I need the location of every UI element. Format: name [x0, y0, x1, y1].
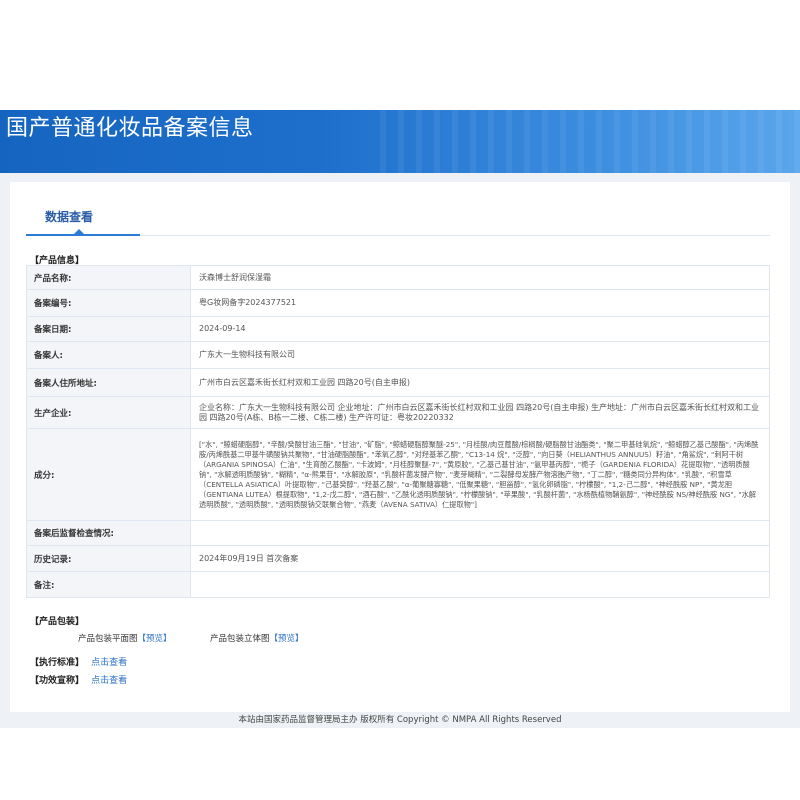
table-row: 备注: [26, 571, 770, 598]
row-key: 生产企业: [26, 396, 191, 429]
header-banner: 国产普通化妆品备案信息 [0, 110, 800, 173]
bracket-close: 】 [163, 634, 172, 644]
row-value: 沃森博士舒润保湿霜 [190, 265, 770, 290]
table-row: 产品名称: 沃森博士舒润保湿霜 [26, 265, 770, 290]
claims-row: 【功效宣称】 点击查看 [30, 673, 127, 686]
table-row: 历史记录: 2024年09月19日 首次备案 [26, 545, 770, 572]
package-flat-item: 产品包装平面图【预览】 [78, 632, 172, 644]
page-title: 国产普通化妆品备案信息 [6, 116, 254, 141]
standards-row: 【执行标准】 点击查看 [30, 655, 127, 668]
package-solid-preview-link[interactable]: 预览 [278, 634, 295, 644]
row-key: 备案编号: [26, 289, 191, 317]
tab-divider [140, 235, 770, 236]
tab-active-underline [26, 234, 140, 236]
row-value: 粤G妆网备字2024377521 [190, 289, 770, 317]
standards-label: 【执行标准】 [30, 658, 85, 668]
package-flat-preview-link[interactable]: 预览 [146, 634, 163, 644]
row-key: 历史记录: [26, 545, 191, 572]
row-key: 产品名称: [26, 265, 191, 290]
bracket-open: 【 [269, 634, 279, 644]
table-row: 生产企业: 企业名称：广东大一生物科技有限公司 企业地址：广州市白云区嘉禾街长红… [26, 396, 770, 429]
row-key: 备案人: [26, 341, 191, 369]
row-key: 备案后监督检查情况: [26, 520, 191, 546]
footer-copyright: 本站由国家药品监督管理局主办 版权所有 Copyright © NMPA All… [238, 715, 562, 725]
tab-data-view[interactable]: 数据查看 [45, 208, 93, 225]
row-key: 备案人住所地址: [26, 368, 191, 397]
bracket-open: 【 [137, 634, 147, 644]
row-value: 2024年09月19日 首次备案 [190, 545, 770, 572]
row-value: 企业名称：广东大一生物科技有限公司 企业地址：广州市白云区嘉禾街长红村双和工业园… [190, 396, 770, 429]
row-value: 2024-09-14 [190, 316, 770, 342]
row-key: 备注: [26, 571, 191, 598]
row-value [190, 520, 770, 546]
table-row: 备案日期: 2024-09-14 [26, 316, 770, 342]
row-key: 成分: [26, 428, 191, 521]
table-row: 备案人住所地址: 广州市白云区嘉禾街长红村双和工业园 四路20号(自主申报) [26, 368, 770, 397]
bracket-close: 】 [295, 634, 304, 644]
table-row: 备案编号: 粤G妆网备字2024377521 [26, 289, 770, 317]
row-value: 广州市白云区嘉禾街长红村双和工业园 四路20号(自主申报) [190, 368, 770, 397]
claims-view-link[interactable]: 点击查看 [91, 676, 127, 686]
standards-view-link[interactable]: 点击查看 [91, 658, 127, 668]
claims-label: 【功效宣称】 [30, 676, 85, 686]
package-solid-item: 产品包装立体图【预览】 [210, 632, 304, 644]
package-flat-label: 产品包装平面图 [78, 634, 138, 644]
table-row: 成分: ["水", "鲸蜡硬脂醇", "辛酸/癸酸甘油三酯", "甘油", "矿… [26, 428, 770, 521]
package-solid-label: 产品包装立体图 [210, 634, 270, 644]
row-value: 广东大一生物科技有限公司 [190, 341, 770, 369]
ingredients-value: ["水", "鲸蜡硬脂醇", "辛酸/癸酸甘油三酯", "甘油", "矿脂", … [190, 428, 770, 521]
packaging-section-title: 【产品包装】 [30, 617, 85, 627]
row-value [190, 571, 770, 598]
tab-caret-icon [74, 229, 84, 234]
row-key: 备案日期: [26, 316, 191, 342]
table-row: 备案人: 广东大一生物科技有限公司 [26, 341, 770, 369]
product-info-table: 产品名称: 沃森博士舒润保湿霜 备案编号: 粤G妆网备字2024377521 备… [26, 265, 770, 598]
table-row: 备案后监督检查情况: [26, 520, 770, 546]
